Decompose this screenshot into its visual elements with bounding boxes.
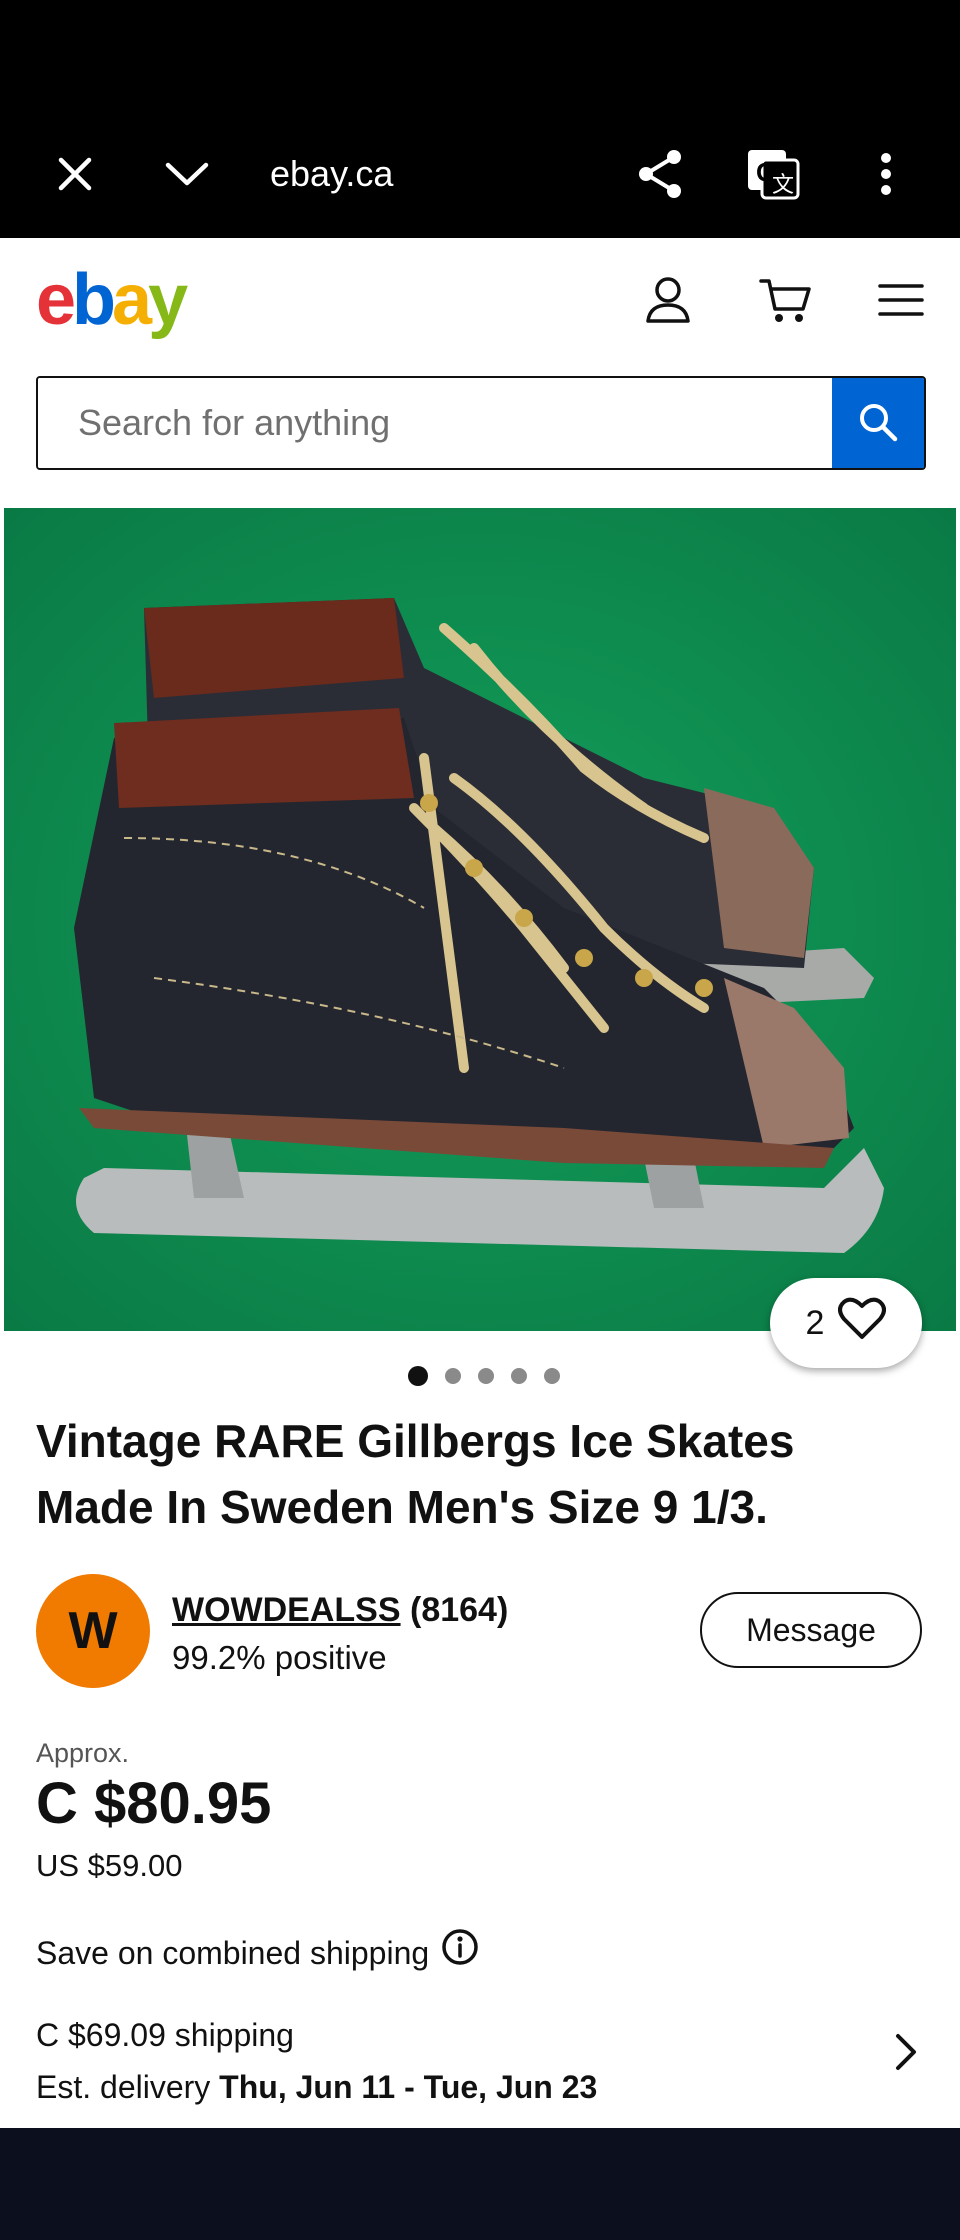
menu-icon[interactable] xyxy=(869,268,933,332)
delivery-label: Est. delivery xyxy=(36,2069,211,2105)
chevron-down-icon[interactable] xyxy=(155,142,219,206)
combined-shipping-row[interactable]: Save on combined shipping xyxy=(36,1928,479,1977)
search-bar xyxy=(36,376,926,470)
account-icon[interactable] xyxy=(636,268,700,332)
seller-name-link[interactable]: WOWDEALSS xyxy=(172,1591,401,1629)
heart-icon xyxy=(838,1297,887,1350)
watch-button[interactable]: 2 xyxy=(770,1278,922,1368)
pager-dot[interactable] xyxy=(408,1366,428,1386)
pager-dot[interactable] xyxy=(544,1368,560,1384)
delivery-range: Thu, Jun 11 - Tue, Jun 23 xyxy=(219,2069,598,2105)
seller-positive-rate: 99.2% positive xyxy=(172,1639,387,1676)
close-icon[interactable] xyxy=(43,142,107,206)
more-vert-icon[interactable] xyxy=(854,142,918,206)
status-bar xyxy=(0,0,960,110)
info-icon[interactable] xyxy=(441,1928,479,1977)
delivery-estimate: Est. delivery Thu, Jun 11 - Tue, Jun 23 xyxy=(36,2064,597,2110)
pager-dot[interactable] xyxy=(445,1368,461,1384)
svg-text:文: 文 xyxy=(772,172,794,197)
listing-title: Vintage RARE Gillbergs Ice Skates Made I… xyxy=(36,1415,795,1533)
pager-dot[interactable] xyxy=(478,1368,494,1384)
ebay-page: ebay Search for anything 2 Vintage RARE … xyxy=(0,238,960,2128)
translate-icon[interactable]: G文 xyxy=(741,142,805,206)
url-text[interactable]: ebay.ca xyxy=(270,148,393,200)
share-icon[interactable] xyxy=(628,142,692,206)
seller-info: WOWDEALSS (8164) xyxy=(172,1588,508,1632)
pager-dot[interactable] xyxy=(511,1368,527,1384)
message-button[interactable]: Message xyxy=(700,1592,922,1668)
watch-count: 2 xyxy=(805,1303,825,1342)
system-nav-bar xyxy=(0,2128,960,2240)
search-input[interactable] xyxy=(38,378,832,468)
image-pager[interactable] xyxy=(408,1366,560,1386)
search-icon xyxy=(858,402,898,445)
ice-skates-photo xyxy=(4,508,956,1331)
search-button[interactable] xyxy=(832,378,924,468)
price-usd: US $59.00 xyxy=(36,1848,183,1883)
shipping-cost: C $69.09 shipping xyxy=(36,2017,294,2053)
chevron-right-icon[interactable] xyxy=(882,2028,930,2076)
ebay-logo[interactable]: ebay xyxy=(36,260,188,340)
approx-label: Approx. xyxy=(36,1738,130,1768)
cart-icon[interactable] xyxy=(753,268,817,332)
price-cad: C $80.95 xyxy=(36,1771,272,1836)
product-image[interactable] xyxy=(4,508,956,1331)
combined-shipping-text: Save on combined shipping xyxy=(36,1934,430,1971)
browser-toolbar: ebay.ca G文 xyxy=(0,110,960,238)
seller-avatar[interactable]: W xyxy=(36,1574,150,1688)
seller-feedback-count[interactable]: (8164) xyxy=(410,1591,508,1629)
